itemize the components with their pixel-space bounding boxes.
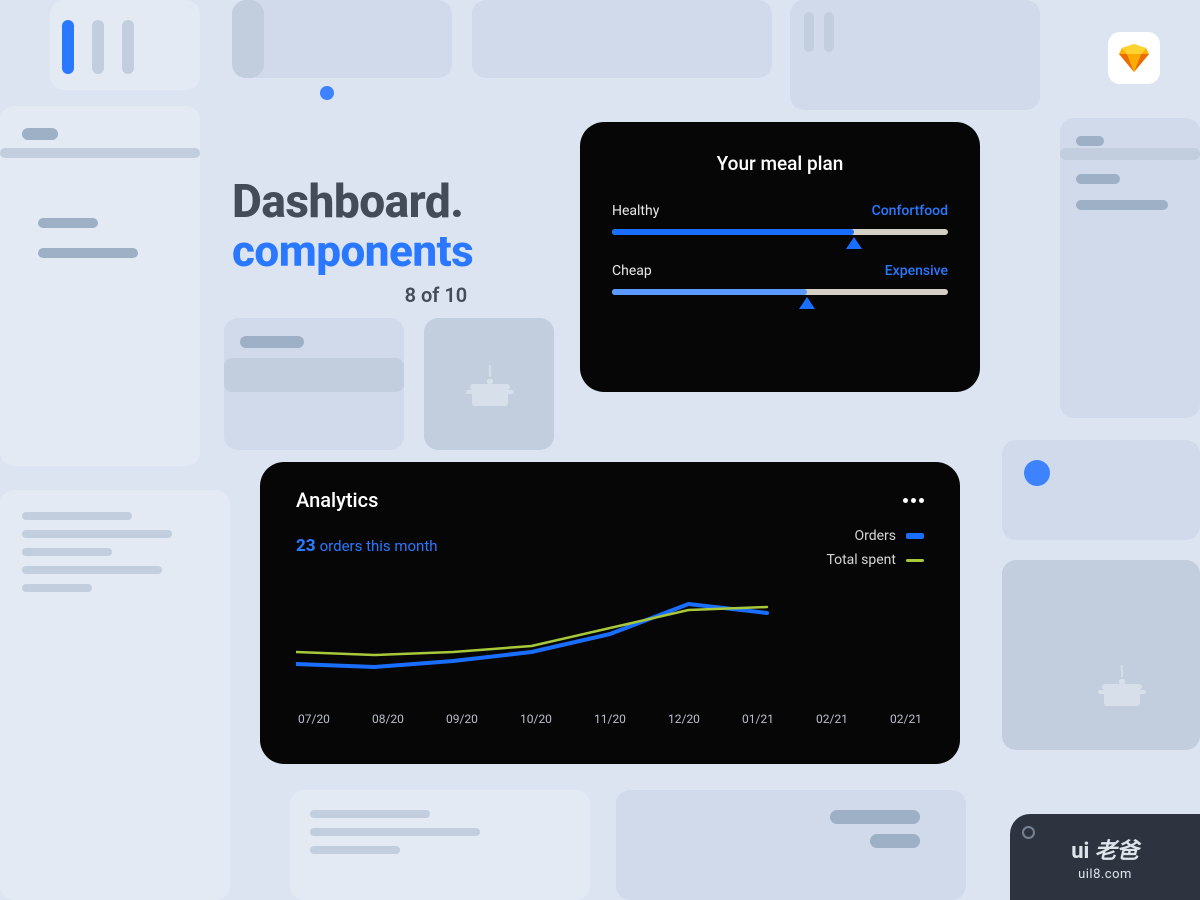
slider-fill [612, 289, 807, 295]
wireframe-block [92, 20, 104, 74]
analytics-card: Analytics 23orders this month Orders Tot… [260, 462, 960, 764]
wireframe-block [0, 148, 200, 158]
wireframe-block [122, 20, 134, 74]
x-axis-tick: 07/20 [298, 712, 330, 726]
cooking-pot-icon [1094, 660, 1150, 716]
heading-progress: 8 of 10 [232, 283, 473, 307]
wireframe-block [870, 834, 920, 848]
wireframe-block [22, 566, 162, 574]
wireframe-block [1076, 136, 1104, 146]
watermark-suffix: 老爸 [1095, 839, 1139, 864]
wireframe-block [1060, 148, 1200, 160]
legend-orders-label: Orders [854, 528, 896, 544]
wireframe-block [224, 358, 404, 392]
x-axis-tick: 12/20 [668, 712, 700, 726]
more-options-icon[interactable] [900, 488, 924, 507]
analytics-title: Analytics [296, 488, 378, 512]
slider-label-left: Healthy [612, 203, 659, 219]
slider-thumb-icon[interactable] [846, 237, 862, 249]
orders-label: orders this month [320, 537, 438, 555]
wireframe-block [1002, 440, 1200, 540]
watermark-prefix: ui [1071, 839, 1089, 864]
page-heading: Dashboard. components 8 of 10 [232, 175, 473, 307]
x-axis-tick: 08/20 [372, 712, 404, 726]
slider-label-right: Confortfood [872, 203, 948, 219]
wireframe-block [310, 810, 430, 818]
wireframe-block [232, 0, 452, 78]
wireframe-block [1076, 174, 1120, 184]
slider-label-left: Cheap [612, 263, 652, 279]
wireframe-block [240, 336, 304, 348]
x-axis-tick: 09/20 [446, 712, 478, 726]
sketch-app-icon [1108, 32, 1160, 84]
slider-track[interactable] [612, 289, 948, 295]
wireframe-block [290, 790, 590, 900]
orders-count: 23 [296, 536, 316, 556]
slider-fill [612, 229, 854, 235]
meal-plan-card: Your meal plan Healthy Confortfood Cheap… [580, 122, 980, 392]
slider-label-right: Expensive [885, 263, 948, 279]
legend-totalspent-label: Total spent [826, 552, 896, 568]
x-axis-tick: 02/21 [816, 712, 848, 726]
x-axis-tick: 01/21 [742, 712, 774, 726]
chart-area: 07/20 08/20 09/20 10/20 11/20 12/20 01/21 02/21… [296, 586, 924, 736]
wireframe-block [830, 810, 920, 824]
slider-cheap: Cheap Expensive [612, 263, 948, 295]
meal-plan-title: Your meal plan [612, 152, 948, 175]
wireframe-block [22, 512, 132, 520]
heading-line2: components [232, 225, 473, 277]
slider-track[interactable] [612, 229, 948, 235]
wireframe-block [0, 106, 200, 466]
slider-healthy: Healthy Confortfood [612, 203, 948, 235]
wireframe-block [310, 828, 480, 836]
wireframe-block [1002, 560, 1200, 750]
x-axis-tick: 02/21 [890, 712, 922, 726]
wireframe-block [38, 218, 98, 228]
chart-legend: Orders Total spent [826, 528, 924, 576]
wireframe-block [22, 584, 92, 592]
watermark-url: uil8.com [1078, 867, 1132, 882]
legend-swatch-orders [906, 533, 924, 539]
wireframe-block [310, 846, 400, 854]
slider-thumb-icon[interactable] [799, 297, 815, 309]
wireframe-dot [1024, 460, 1050, 486]
legend-swatch-totalspent [906, 559, 924, 562]
wireframe-block [22, 128, 58, 140]
wireframe-block [22, 548, 112, 556]
wireframe-block [472, 0, 772, 78]
watermark-badge: ui 老爸 uil8.com [1010, 814, 1200, 900]
wireframe-block [804, 12, 814, 52]
wireframe-dot [320, 86, 334, 100]
wireframe-block [1060, 118, 1200, 418]
wireframe-accent [62, 20, 74, 74]
wireframe-block [232, 0, 264, 78]
cooking-pot-icon [462, 360, 518, 416]
line-chart [296, 586, 924, 706]
heading-line1: Dashboard. [232, 175, 473, 229]
x-axis-tick: 11/20 [594, 712, 626, 726]
chart-x-axis: 07/20 08/20 09/20 10/20 11/20 12/20 01/21 02/21… [296, 712, 924, 726]
wireframe-block [38, 248, 138, 258]
wireframe-block [1076, 200, 1168, 210]
wireframe-block [22, 530, 172, 538]
wireframe-block [824, 12, 834, 52]
x-axis-tick: 10/20 [520, 712, 552, 726]
